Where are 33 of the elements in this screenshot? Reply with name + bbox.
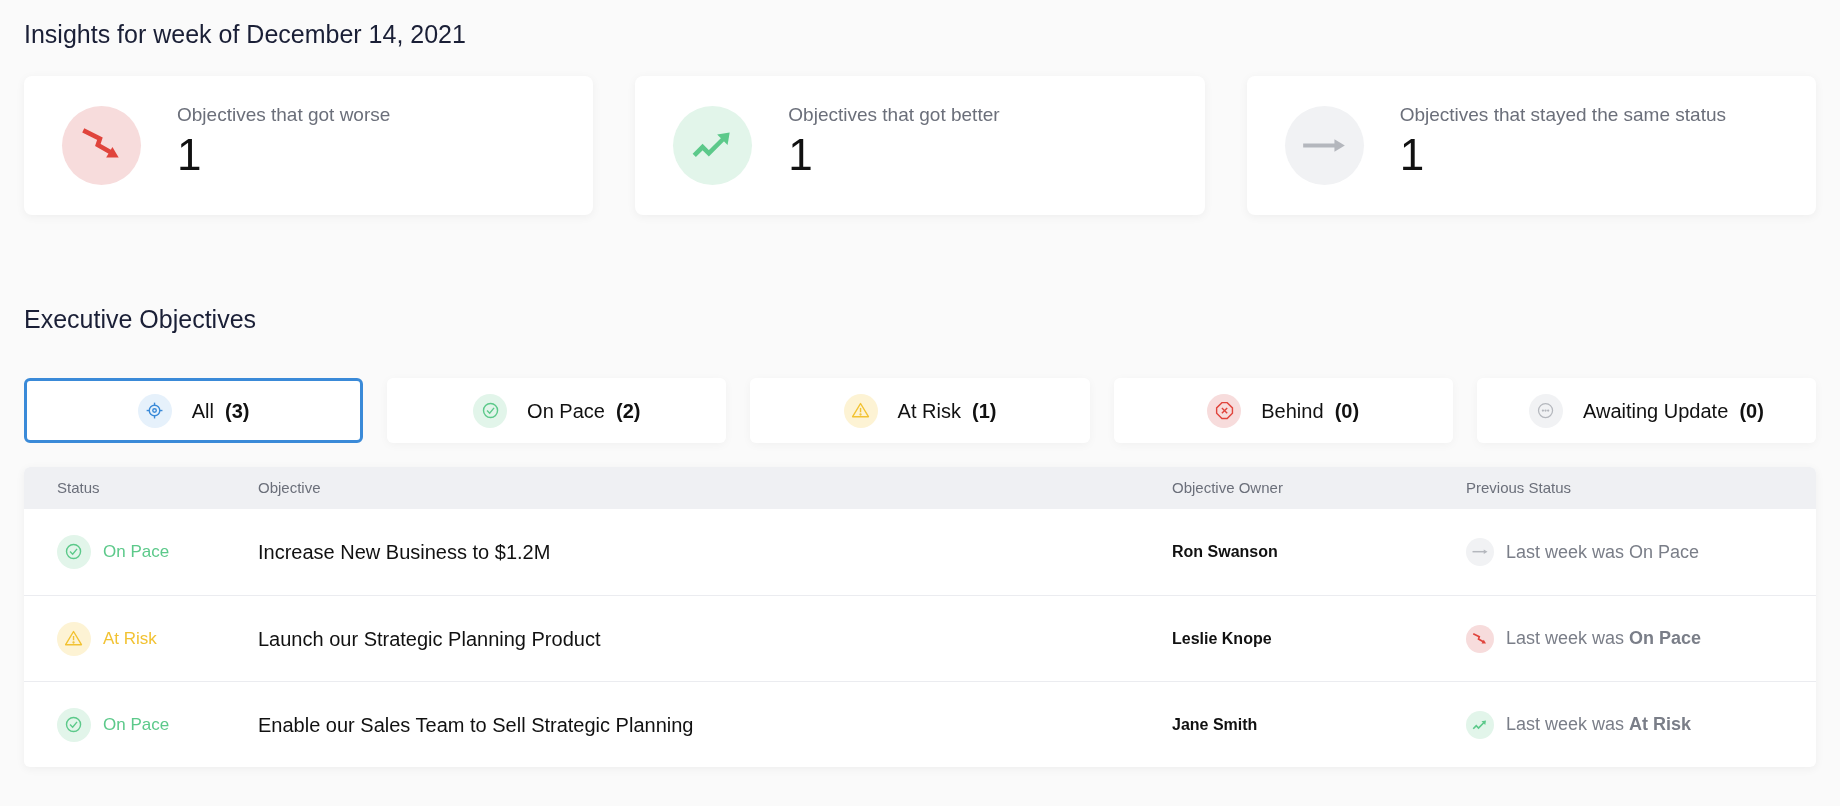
owner-name: Leslie Knope — [1172, 628, 1273, 649]
card-label: Objectives that got better — [788, 102, 1000, 127]
filter-tab[interactable]: At Risk (1) — [750, 378, 1090, 443]
card-label: Objectives that got worse — [177, 102, 391, 127]
section-title: Insights for week of December 14, 2021 — [24, 19, 467, 50]
arrow-right-icon — [1471, 549, 1489, 555]
column-header: Objective Owner — [1172, 477, 1284, 498]
owner-name: Ron Swanson — [1172, 542, 1279, 562]
filter-tab[interactable]: Behind (0) — [1113, 378, 1453, 443]
column-header: Objective — [258, 477, 322, 498]
column-header: Status — [56, 477, 101, 498]
filter-tab[interactable]: On Pace (2) — [387, 378, 727, 443]
filter-tab[interactable]: All (3) — [24, 378, 364, 443]
status-text: On Pace — [103, 713, 170, 736]
objective-name: Launch our Strategic Planning Product — [258, 626, 602, 652]
card-count: 1 — [177, 133, 203, 178]
status-text: At Risk — [103, 627, 157, 650]
section-title: Executive Objectives — [24, 303, 258, 335]
target-icon — [137, 393, 172, 428]
objective-name: Increase New Business to $1.2M — [258, 540, 552, 565]
warning-icon — [57, 621, 91, 656]
card-label: Objectives that stayed the same status — [1399, 102, 1726, 127]
column-header: Previous Status — [1466, 477, 1573, 498]
previous-status-text: Last week was On Pace — [1506, 540, 1700, 564]
status-text: On Pace — [103, 541, 170, 564]
card-count: 1 — [1399, 133, 1426, 178]
objective-name: Enable our Sales Team to Sell Strategic Planning — [258, 712, 695, 738]
previous-status-text: Last week was At Risk — [1506, 713, 1692, 736]
warning-icon — [843, 393, 878, 428]
owner-name: Jane Smith — [1172, 714, 1259, 735]
previous-status-text: Last week was On Pace — [1506, 627, 1702, 650]
card-count: 1 — [788, 133, 814, 178]
filter-tab[interactable]: Awaiting Update (0) — [1476, 378, 1816, 443]
